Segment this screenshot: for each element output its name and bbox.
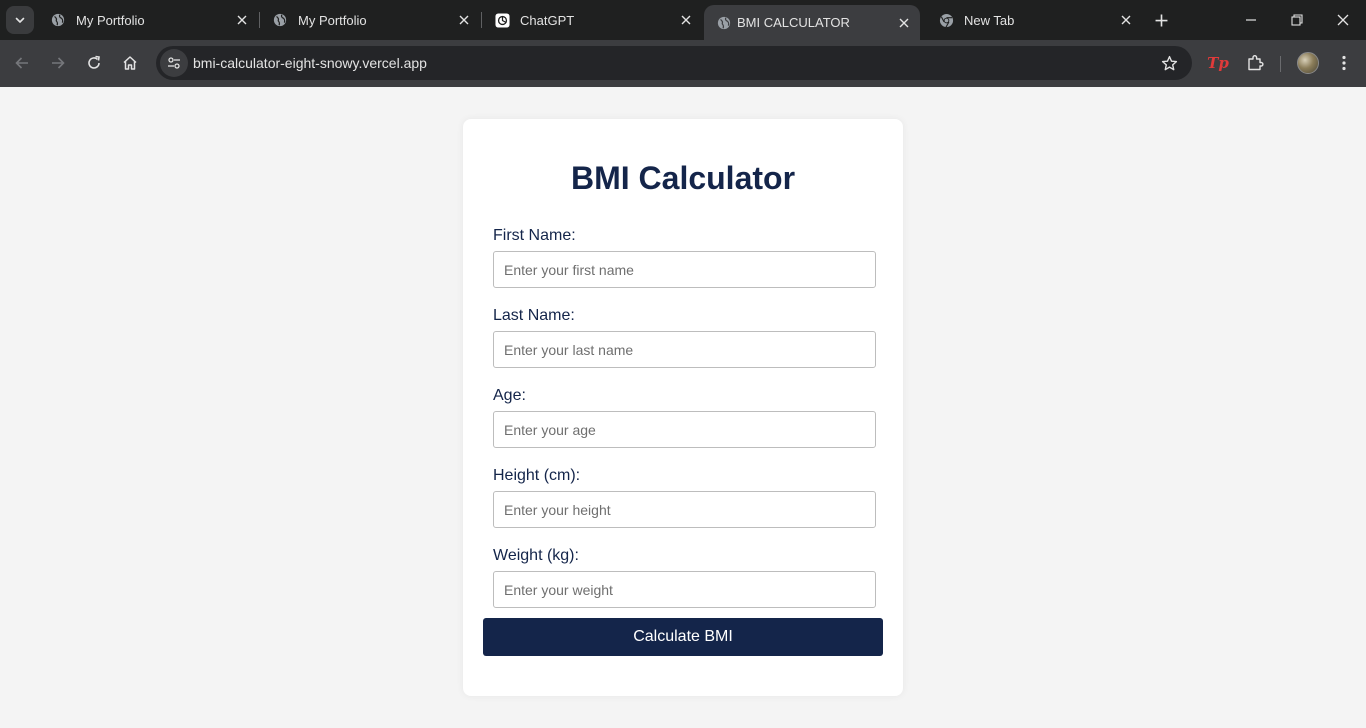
tab-search-button[interactable] <box>6 6 34 34</box>
reload-button[interactable] <box>81 50 107 76</box>
bookmark-button[interactable] <box>1160 54 1178 72</box>
arrow-left-icon <box>15 57 28 69</box>
weight-input[interactable] <box>493 571 876 608</box>
minimize-icon <box>1246 19 1256 21</box>
tab-title: My Portfolio <box>298 12 367 28</box>
tab-title: BMI CALCULATOR <box>737 15 850 30</box>
site-info-button[interactable] <box>160 49 188 77</box>
globe-icon <box>272 12 288 28</box>
bmi-form-card: BMI Calculator First Name: Last Name: Ag… <box>463 119 903 696</box>
menu-button[interactable] <box>1332 51 1356 75</box>
puzzle-icon <box>1248 55 1264 71</box>
tab-bmi-calculator[interactable]: BMI CALCULATOR <box>704 5 920 40</box>
url-text[interactable]: bmi-calculator-eight-snowy.vercel.app <box>193 55 427 71</box>
first-name-label: First Name: <box>493 227 576 244</box>
globe-icon <box>716 15 732 31</box>
age-input[interactable] <box>493 411 876 448</box>
tab-title: My Portfolio <box>76 12 145 28</box>
forward-button[interactable] <box>45 50 71 76</box>
calculate-bmi-button[interactable]: Calculate BMI <box>483 618 883 656</box>
restore-icon <box>1291 14 1303 26</box>
tab-my-portfolio-2[interactable]: My Portfolio <box>260 0 480 40</box>
arrow-right-icon <box>52 57 65 69</box>
home-icon <box>123 56 137 70</box>
tab-chatgpt[interactable]: ChatGPT <box>482 0 702 40</box>
close-icon[interactable] <box>456 12 472 28</box>
page-title: BMI Calculator <box>570 160 796 196</box>
close-icon[interactable] <box>678 12 694 28</box>
plus-icon <box>1155 14 1167 26</box>
close-icon[interactable] <box>1118 12 1134 28</box>
chevron-down-icon <box>15 17 25 23</box>
new-tab-button[interactable] <box>1150 9 1172 31</box>
reload-icon <box>88 55 100 69</box>
first-name-input[interactable] <box>493 251 876 288</box>
globe-icon <box>50 12 66 28</box>
weight-label: Weight (kg): <box>493 547 579 564</box>
extension-tp-button[interactable]: Tp <box>1206 51 1230 75</box>
avatar <box>1297 52 1319 74</box>
tp-extension-icon: Tp <box>1207 54 1229 72</box>
address-bar[interactable]: bmi-calculator-eight-snowy.vercel.app <box>156 46 1192 80</box>
close-icon[interactable] <box>896 15 912 31</box>
star-icon <box>1161 55 1177 70</box>
more-vertical-icon <box>1342 55 1346 71</box>
tune-icon <box>168 57 180 69</box>
tab-title: ChatGPT <box>520 12 575 28</box>
last-name-label: Last Name: <box>493 307 575 324</box>
restore-button[interactable] <box>1285 8 1309 32</box>
tab-strip: My Portfolio My Portfolio ChatGPT BMI CA… <box>0 0 1366 40</box>
height-label: Height (cm): <box>493 467 581 484</box>
last-name-input[interactable] <box>493 331 876 368</box>
tab-new-tab[interactable]: New Tab <box>926 0 1142 40</box>
toolbar-separator <box>1280 56 1281 72</box>
close-icon[interactable] <box>234 12 250 28</box>
close-icon <box>1337 14 1349 26</box>
age-label: Age: <box>493 387 526 404</box>
extensions-button[interactable] <box>1243 51 1267 75</box>
back-button[interactable] <box>9 50 35 76</box>
browser-toolbar: bmi-calculator-eight-snowy.vercel.app Tp <box>0 40 1366 87</box>
chatgpt-icon <box>494 12 510 28</box>
minimize-button[interactable] <box>1239 8 1263 32</box>
close-window-button[interactable] <box>1331 8 1355 32</box>
tab-my-portfolio-1[interactable]: My Portfolio <box>38 0 258 40</box>
profile-button[interactable] <box>1296 51 1320 75</box>
chrome-icon <box>938 12 954 28</box>
tab-title: New Tab <box>964 12 1015 28</box>
home-button[interactable] <box>117 50 143 76</box>
height-input[interactable] <box>493 491 876 528</box>
